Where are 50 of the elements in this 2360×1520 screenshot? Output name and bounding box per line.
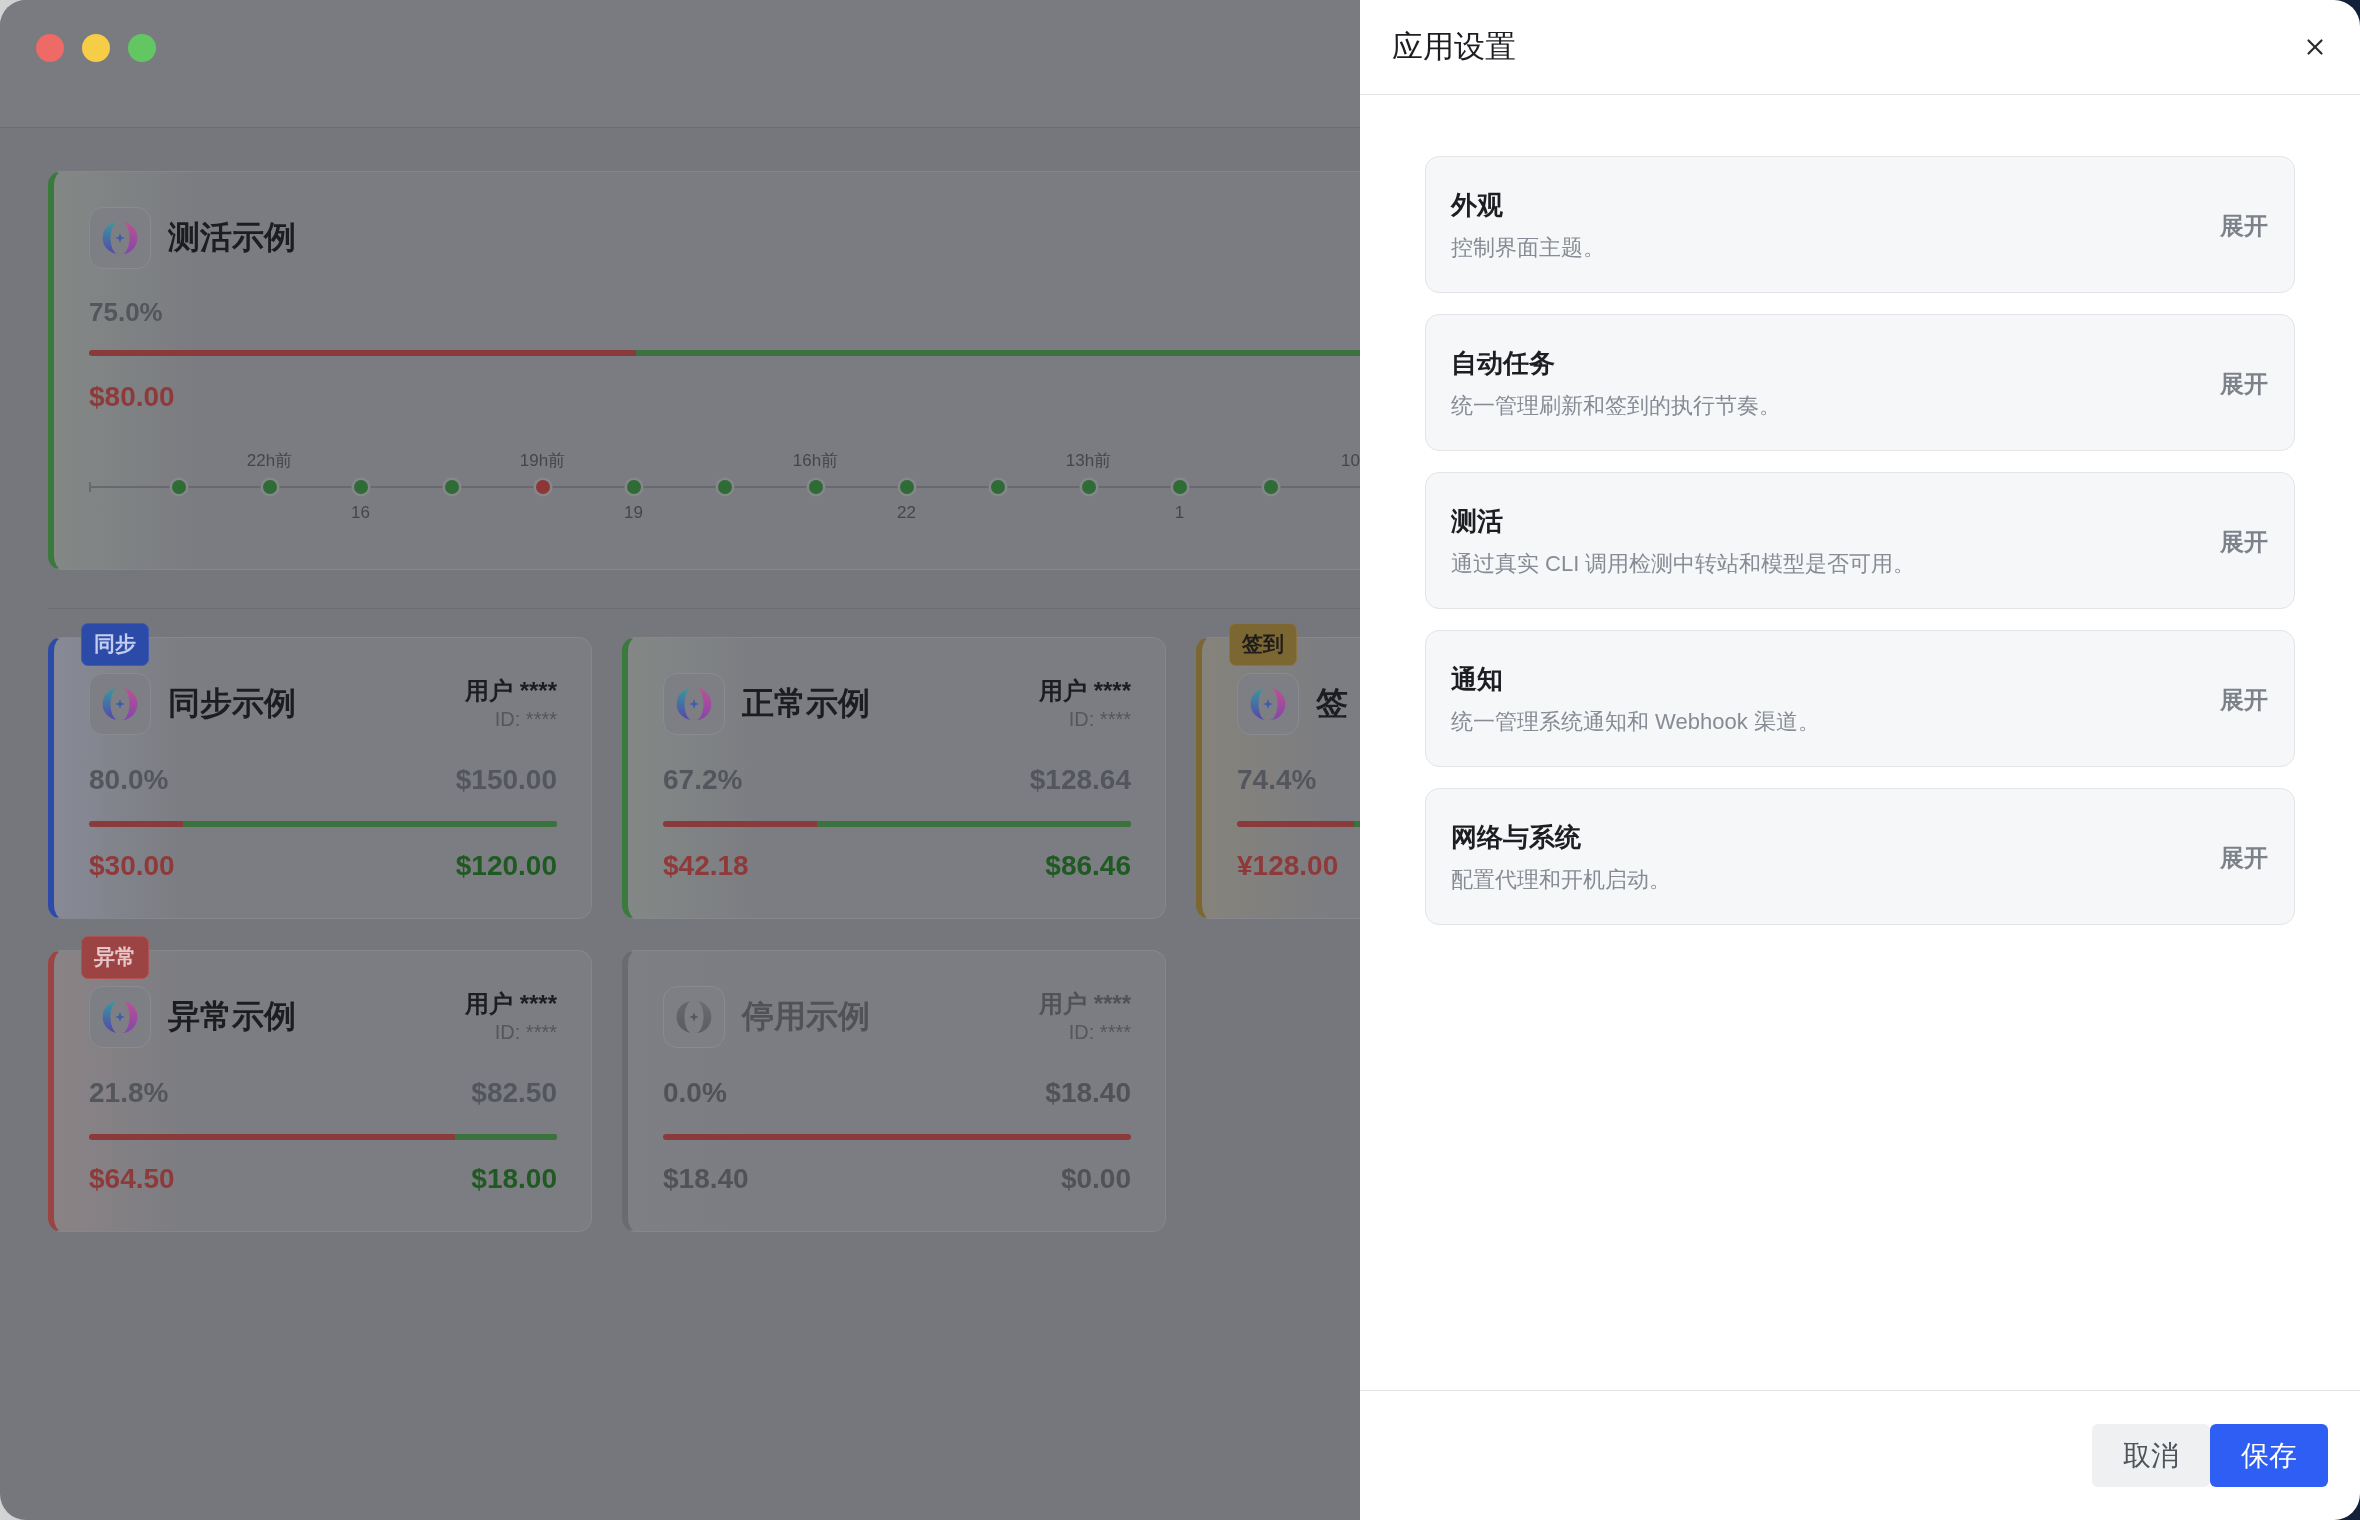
user-name: 用户 **** (464, 989, 557, 1019)
swirl-logo-icon (89, 207, 151, 269)
card-title: 同步示例 (168, 684, 296, 723)
used-amount: $30.00 (89, 849, 175, 883)
hour-label: 13h前 (1065, 450, 1112, 472)
used-amount: ¥128.00 (1237, 849, 1339, 883)
swirl-logo-icon (89, 673, 151, 735)
drawer-title: 应用设置 (1392, 28, 1516, 66)
window-close-button[interactable] (36, 34, 64, 62)
section-title: 自动任务 (1451, 347, 1556, 380)
section-description: 统一管理刷新和签到的执行节奏。 (1451, 392, 1781, 420)
status-badge: 签到 (1229, 622, 1297, 666)
section-description: 统一管理系统通知和 Webhook 渠道。 (1451, 708, 1820, 736)
save-button[interactable]: 保存 (2210, 1424, 2328, 1487)
section-title: 通知 (1451, 663, 1504, 696)
hour-label: 16 (351, 502, 370, 524)
status-badge: 同步 (81, 622, 149, 666)
swirl-logo-icon (663, 673, 725, 735)
card-title: 正常示例 (742, 684, 870, 723)
remaining-amount: $86.46 (1045, 849, 1131, 883)
card-title: 异常示例 (168, 997, 296, 1036)
window-minimize-button[interactable] (82, 34, 110, 62)
expand-button[interactable]: 展开 (2220, 367, 2268, 400)
section-description: 通过真实 CLI 调用检测中转站和模型是否可用。 (1451, 550, 1916, 578)
window-zoom-button[interactable] (128, 34, 156, 62)
swirl-logo-icon (89, 986, 151, 1048)
cancel-button[interactable]: 取消 (2092, 1424, 2210, 1487)
used-amount: $64.50 (89, 1162, 175, 1196)
user-name: 用户 **** (1038, 676, 1131, 706)
swirl-logo-icon (663, 986, 725, 1048)
used-amount: $80.00 (89, 380, 175, 414)
swirl-logo-icon (1237, 673, 1299, 735)
section-description: 控制界面主题。 (1451, 234, 1605, 262)
section-description: 配置代理和开机启动。 (1451, 866, 1671, 894)
section-title: 网络与系统 (1451, 821, 1582, 854)
used-amount: $42.18 (663, 849, 749, 883)
expand-button[interactable]: 展开 (2220, 683, 2268, 716)
expand-button[interactable]: 展开 (2220, 525, 2268, 558)
section-title: 外观 (1451, 189, 1504, 222)
remaining-amount: $120.00 (455, 849, 557, 883)
card-title: 测活示例 (168, 218, 296, 257)
section-title: 测活 (1451, 505, 1504, 538)
user-name: 用户 **** (464, 676, 557, 706)
status-badge: 异常 (81, 935, 149, 979)
expand-button[interactable]: 展开 (2220, 841, 2268, 874)
hour-label: 22h前 (246, 450, 293, 472)
expand-button[interactable]: 展开 (2220, 209, 2268, 242)
remaining-amount: $18.00 (471, 1162, 557, 1196)
card-title: 签 (1316, 684, 1348, 723)
hour-label: 19h前 (519, 450, 566, 472)
